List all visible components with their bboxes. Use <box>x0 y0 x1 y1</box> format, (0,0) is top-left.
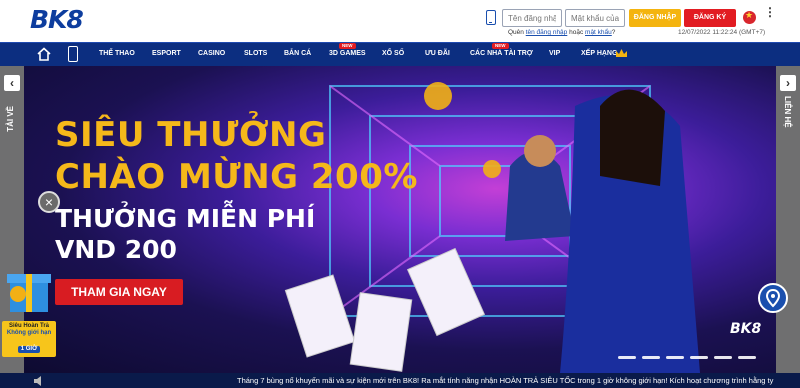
bk8-logo[interactable]: BK8 <box>30 5 102 37</box>
promo-line-1: Siêu Hoàn Trả <box>8 323 49 329</box>
carousel-dot[interactable] <box>738 356 756 359</box>
vietnam-flag-icon[interactable] <box>743 10 756 24</box>
download-label: TẢI VỀ <box>6 106 15 132</box>
header: BK8 ĐĂNG NHẬP ĐĂNG KÝ ⋮ Quên tên đăng nh… <box>0 0 800 42</box>
new-badge: NEW <box>339 43 356 49</box>
phone-icon[interactable] <box>486 10 496 25</box>
contact-label: LIÊN HỆ <box>783 96 792 128</box>
new-badge: NEW <box>492 43 509 49</box>
hero-banner[interactable]: SIÊU THƯỞNG CHÀO MỪNG 200% THƯỞNG MIỄN P… <box>0 66 800 373</box>
instant-rebate-promo[interactable]: Siêu Hoàn Trả Không giới hạn 1 GIỜ <box>2 321 56 357</box>
crown-icon <box>616 49 627 57</box>
nav-item-sponsors-label: CÁC NHÀ TÀI TRỢ <box>470 50 533 57</box>
kebab-menu-icon[interactable]: ⋮ <box>764 6 776 26</box>
carousel-indicators <box>618 356 758 360</box>
forgot-password-link[interactable]: mật khẩu <box>585 29 612 36</box>
nav-item-promotions[interactable]: ƯU ĐÃI <box>425 50 450 57</box>
carousel-dot[interactable] <box>714 356 732 359</box>
contact-side-tab[interactable]: › LIÊN HỆ <box>776 66 800 373</box>
nav-item-3d-games-label: 3D GAMES <box>329 50 366 57</box>
hero-subheadline: THƯỞNG MIỄN PHÍ VND 200 <box>55 203 315 265</box>
username-input[interactable] <box>502 9 562 27</box>
nav-item-lottery[interactable]: XỔ SỐ <box>382 50 404 57</box>
nav-item-vip[interactable]: VIP <box>549 50 560 57</box>
forgot-credentials: Quên tên đăng nhập hoặc mật khẩu? <box>508 29 615 36</box>
forgot-suffix: ? <box>611 29 616 36</box>
nav-item-esport[interactable]: ESPORT <box>152 50 181 57</box>
nav-item-casino[interactable]: CASINO <box>198 50 225 57</box>
location-pin-button[interactable] <box>758 283 788 313</box>
close-icon[interactable]: × <box>38 191 60 213</box>
forgot-prefix: Quên <box>508 29 524 36</box>
carousel-dot[interactable] <box>618 356 636 359</box>
register-button[interactable]: ĐĂNG KÝ <box>684 9 736 27</box>
home-icon[interactable] <box>37 47 51 61</box>
hero-watermark-logo: BK8 <box>730 321 762 337</box>
carousel-dot[interactable] <box>666 356 684 359</box>
chevron-right-icon[interactable]: › <box>780 75 796 91</box>
logo-text: BK8 <box>30 5 84 34</box>
promo-hour-badge: 1 GIỜ <box>17 346 41 353</box>
nav-item-fishing[interactable]: BẮN CÁ <box>284 50 311 57</box>
password-input[interactable] <box>565 9 625 27</box>
nav-item-ranking[interactable]: XẾP HẠNG <box>581 50 617 57</box>
subheadline-line-2: VND 200 <box>55 235 177 264</box>
chevron-left-icon[interactable]: ‹ <box>4 75 20 91</box>
main-nav: THỂ THAO ESPORT CASINO SLOTS BẮN CÁ 3D G… <box>0 42 800 66</box>
headline-line-1: SIÊU THƯỞNG <box>55 115 327 155</box>
forgot-middle: hoặc <box>569 29 584 36</box>
forgot-username-link[interactable]: tên đăng nhập <box>526 29 568 36</box>
announcement-marquee: Tháng 7 bùng nổ khuyến mãi và sự kiện mớ… <box>0 373 800 388</box>
login-button[interactable]: ĐĂNG NHẬP <box>629 9 681 27</box>
datetime-display: 12/07/2022 11:22:24 (GMT+7) <box>678 29 766 36</box>
nav-item-sponsors[interactable]: CÁC NHÀ TÀI TRỢ NEW <box>470 43 533 57</box>
marquee-text[interactable]: Tháng 7 bùng nổ khuyến mãi và sự kiện mớ… <box>237 376 773 385</box>
nav-item-3d-games[interactable]: 3D GAMES NEW <box>329 43 366 57</box>
speaker-icon <box>34 376 41 386</box>
subheadline-line-1: THƯỞNG MIỄN PHÍ <box>55 204 316 233</box>
mobile-icon[interactable] <box>68 46 78 62</box>
bk8-homepage: BK8 ĐĂNG NHẬP ĐĂNG KÝ ⋮ Quên tên đăng nh… <box>0 0 800 388</box>
carousel-dot[interactable] <box>690 356 708 359</box>
hero-headline: SIÊU THƯỞNG CHÀO MỪNG 200% <box>55 114 418 198</box>
nav-item-sports[interactable]: THỂ THAO <box>99 50 135 57</box>
headline-line-2: CHÀO MỪNG 200% <box>55 157 418 197</box>
carousel-dot[interactable] <box>642 356 660 359</box>
join-now-button[interactable]: THAM GIA NGAY <box>55 279 183 305</box>
nav-item-slots[interactable]: SLOTS <box>244 50 267 57</box>
promo-line-2: Không giới hạn <box>6 330 52 336</box>
location-pin-icon <box>765 288 781 308</box>
